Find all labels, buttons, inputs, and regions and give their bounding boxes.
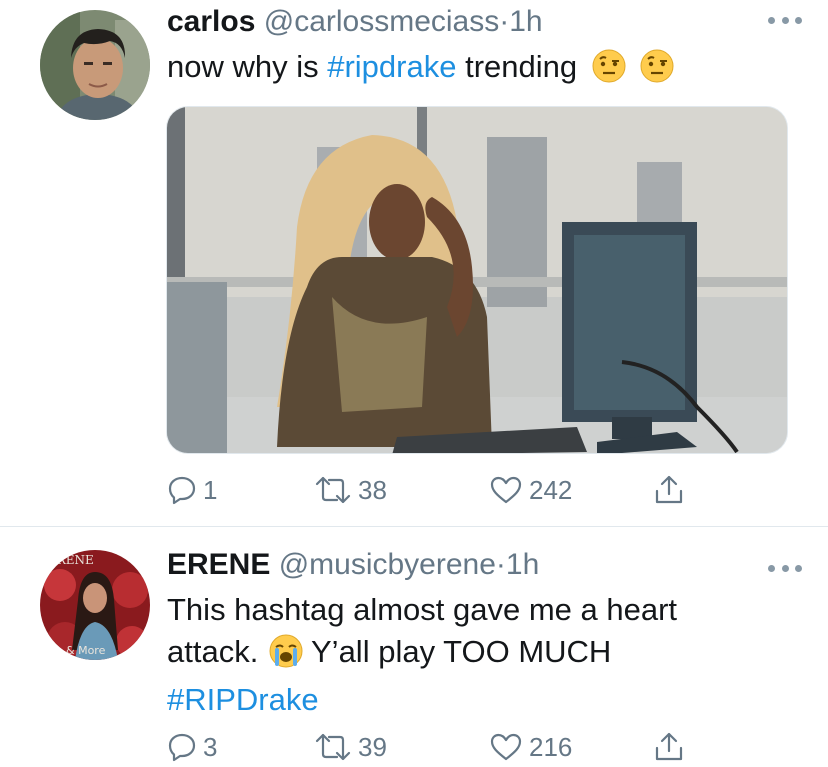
reply-icon bbox=[168, 733, 196, 762]
tweet-text: This hashtag almost gave me a heart atta… bbox=[167, 589, 768, 721]
separator-dot: · bbox=[499, 5, 510, 38]
user-handle[interactable]: @musicbyerene bbox=[279, 548, 496, 581]
like-count: 242 bbox=[529, 474, 573, 505]
more-options-icon[interactable] bbox=[768, 15, 802, 25]
more-options-icon[interactable] bbox=[768, 563, 802, 573]
retweet-icon bbox=[315, 733, 351, 761]
reply-count: 3 bbox=[203, 731, 218, 762]
display-name[interactable]: carlos bbox=[167, 5, 255, 38]
retweet-count: 39 bbox=[358, 731, 387, 762]
tweet-image[interactable] bbox=[166, 106, 788, 454]
share-button[interactable] bbox=[653, 470, 685, 510]
tweet-header: carlos @carlossmeciass·1h bbox=[167, 5, 748, 39]
display-name[interactable]: ERENE bbox=[167, 548, 270, 581]
avatar-text-top: ERENE bbox=[48, 553, 94, 567]
reply-count: 1 bbox=[203, 474, 218, 505]
tweet-actions: 3 39 216 bbox=[167, 727, 727, 767]
reply-button[interactable]: 1 bbox=[167, 470, 217, 510]
tweet-text: now why is #ripdrake trending bbox=[167, 46, 768, 94]
share-icon bbox=[655, 732, 683, 761]
face-with-raised-eyebrow-icon bbox=[592, 49, 626, 94]
like-button[interactable]: 242 bbox=[489, 470, 572, 510]
loudly-crying-face-icon bbox=[269, 634, 303, 679]
timestamp[interactable]: 1h bbox=[509, 5, 542, 38]
heart-icon bbox=[490, 733, 522, 761]
retweet-button[interactable]: 38 bbox=[314, 470, 387, 510]
hashtag-link[interactable]: #ripdrake bbox=[327, 49, 456, 84]
timestamp[interactable]: 1h bbox=[506, 548, 539, 581]
avatar[interactable]: ERENE & More bbox=[40, 550, 150, 660]
face-with-raised-eyebrow-icon bbox=[640, 49, 674, 94]
separator-dot: · bbox=[495, 548, 506, 581]
tweet-text-segment: Y’all play TOO MUCH bbox=[302, 634, 612, 669]
reply-icon bbox=[168, 476, 196, 505]
tweet[interactable]: ERENE & More ERENE @musicbyerene·1h This… bbox=[0, 527, 828, 767]
share-icon bbox=[655, 475, 683, 504]
retweet-button[interactable]: 39 bbox=[314, 727, 387, 767]
avatar[interactable] bbox=[40, 10, 150, 120]
reply-button[interactable]: 3 bbox=[167, 727, 217, 767]
tweet-header: ERENE @musicbyerene·1h bbox=[167, 548, 748, 582]
tweet-actions: 1 38 242 bbox=[167, 470, 727, 510]
avatar-text-bottom: & More bbox=[66, 644, 106, 657]
retweet-icon bbox=[315, 476, 351, 504]
heart-icon bbox=[490, 476, 522, 504]
tweet[interactable]: carlos @carlossmeciass·1h now why is #ri… bbox=[0, 0, 828, 526]
tweet-text-segment: trending bbox=[456, 49, 578, 84]
share-button[interactable] bbox=[653, 727, 685, 767]
retweet-count: 38 bbox=[358, 474, 387, 505]
like-count: 216 bbox=[529, 731, 573, 762]
like-button[interactable]: 216 bbox=[489, 727, 572, 767]
tweet-text-segment: now why is bbox=[167, 49, 328, 84]
hashtag-link[interactable]: #RIPDrake bbox=[167, 682, 319, 717]
user-handle[interactable]: @carlossmeciass bbox=[264, 5, 500, 38]
